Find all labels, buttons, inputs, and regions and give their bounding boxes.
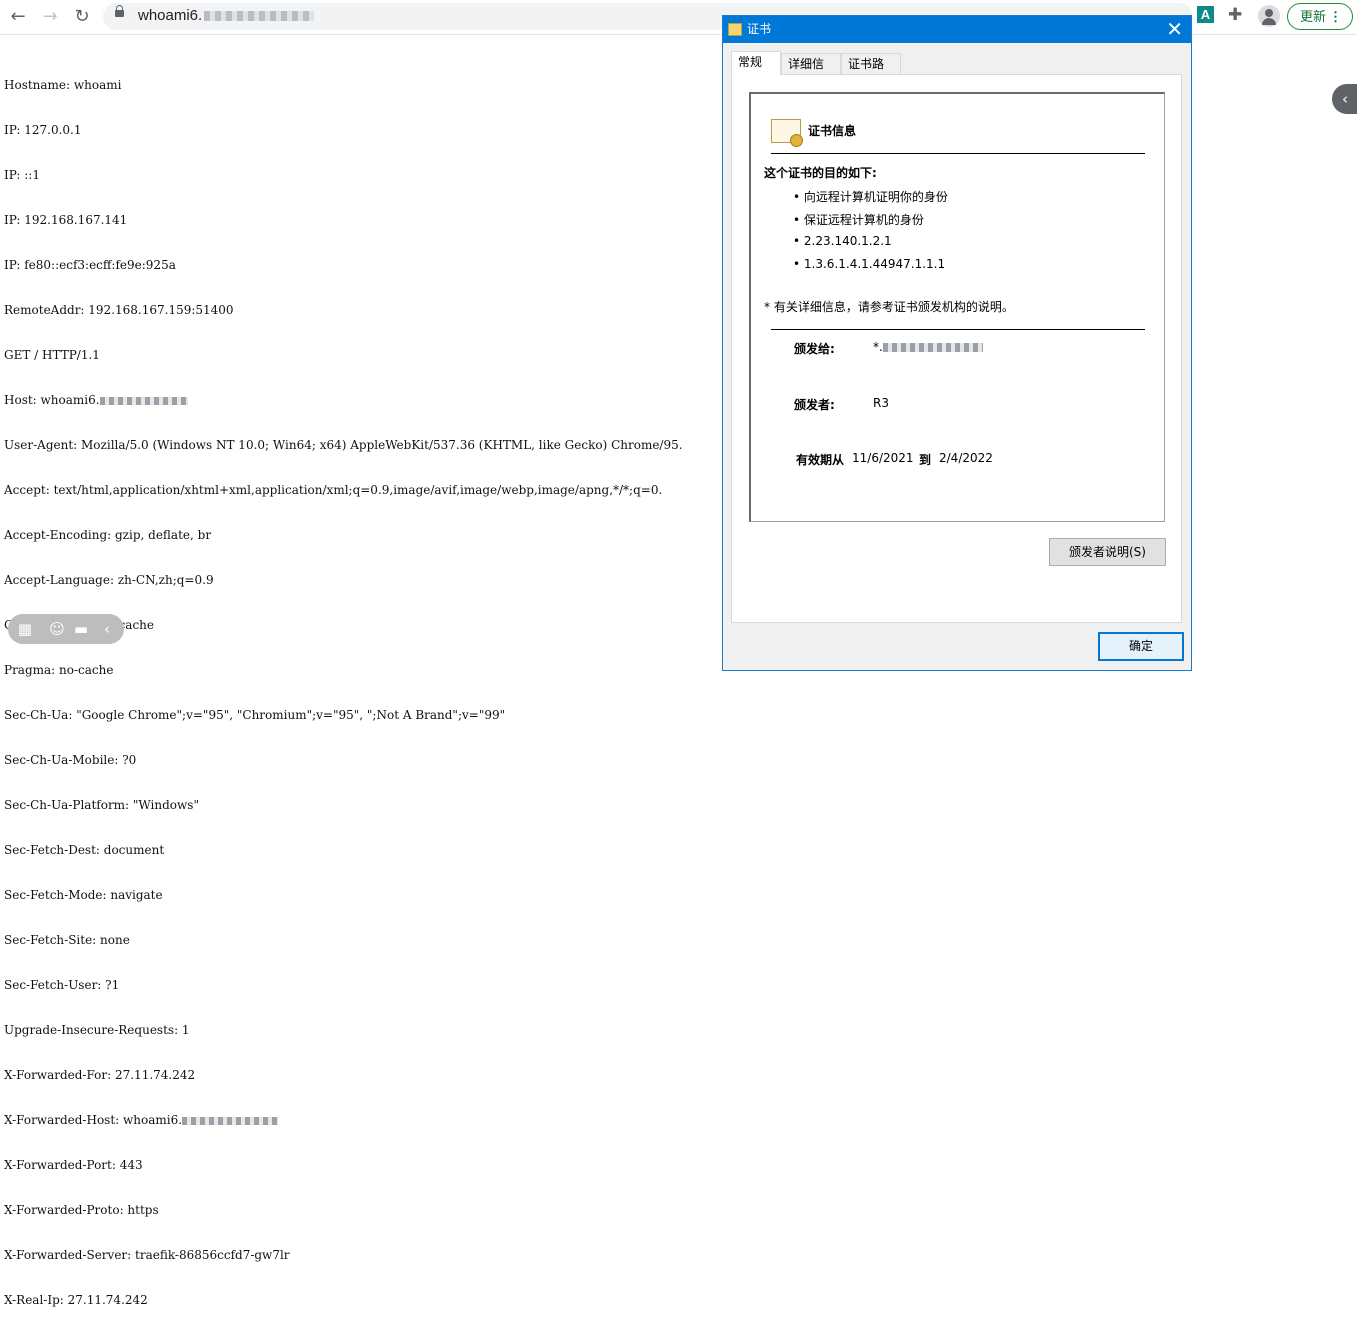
redacted-forwarded-host	[182, 1116, 279, 1125]
line-host: Host: whoami6.	[4, 393, 683, 408]
update-button[interactable]: 更新 ⋮	[1287, 3, 1353, 30]
line-remote-addr: RemoteAddr: 192.168.167.159:51400	[4, 303, 234, 317]
issued-to-label: 颁发给:	[794, 342, 835, 356]
tab-general[interactable]: 常规	[731, 51, 781, 76]
certificate-info-box: 证书信息 这个证书的目的如下: 向远程计算机证明你的身份 保证远程计算机的身份 …	[749, 92, 1165, 522]
issued-by-value: R3	[873, 396, 889, 410]
chat-icon[interactable]: ▬	[72, 620, 90, 638]
redacted-domain	[882, 343, 983, 352]
update-label: 更新	[1300, 9, 1327, 24]
line-x-forwarded-proto: X-Forwarded-Proto: https	[4, 1203, 159, 1217]
back-arrow-icon[interactable]: ←	[5, 4, 31, 30]
line-hostname: Hostname: whoami	[4, 78, 122, 92]
tab-certification-path[interactable]: 证书路径	[841, 53, 901, 91]
line-sec-ch-ua: Sec-Ch-Ua: "Google Chrome";v="95", "Chro…	[4, 708, 506, 722]
line-upgrade-insecure: Upgrade-Insecure-Requests: 1	[4, 1023, 190, 1037]
valid-to: 2/4/2022	[939, 451, 993, 465]
certificate-small-icon	[728, 23, 742, 36]
issuer-statement-button[interactable]: 颁发者说明(S)	[1049, 538, 1166, 566]
purpose-item: 向远程计算机证明你的身份	[793, 188, 948, 211]
apps-grid-icon[interactable]: ▦	[16, 620, 34, 638]
close-icon[interactable]: ✕	[1166, 17, 1183, 41]
line-sec-fetch-user: Sec-Fetch-User: ?1	[4, 978, 120, 992]
line-x-forwarded-for: X-Forwarded-For: 27.11.74.242	[4, 1068, 196, 1082]
certificate-dialog: 证书 ✕ 常规 详细信息 证书路径 证书信息 这个证书的目的如下: 向远程计算机…	[722, 15, 1192, 671]
url-text[interactable]: whoami6.	[138, 7, 315, 24]
request-dump: Hostname: whoami IP: 127.0.0.1 IP: ::1 I…	[4, 48, 683, 1323]
issued-to-value: *.	[873, 340, 983, 354]
reload-icon[interactable]: ↻	[69, 4, 95, 30]
purpose-item: 2.23.140.1.2.1	[793, 234, 948, 257]
line-ip-1: IP: 127.0.0.1	[4, 123, 82, 137]
purpose-list: 向远程计算机证明你的身份 保证远程计算机的身份 2.23.140.1.2.1 1…	[793, 188, 948, 280]
line-x-forwarded-server: X-Forwarded-Server: traefik-86856ccfd7-g…	[4, 1248, 290, 1262]
line-ip-2: IP: ::1	[4, 168, 40, 182]
line-sec-fetch-dest: Sec-Fetch-Dest: document	[4, 843, 165, 857]
floating-toolbar: ▦ ☺ ▬ ‹	[8, 614, 124, 644]
line-sec-fetch-site: Sec-Fetch-Site: none	[4, 933, 130, 947]
valid-from: 11/6/2021	[852, 451, 914, 465]
extension-a-icon[interactable]: A	[1197, 6, 1214, 23]
purpose-title: 这个证书的目的如下:	[764, 166, 877, 180]
redacted-host	[99, 396, 188, 405]
more-menu-icon[interactable]: ⋮	[1329, 4, 1342, 29]
line-accept-language: Accept-Language: zh-CN,zh;q=0.9	[4, 573, 214, 587]
tab-details[interactable]: 详细信息	[781, 53, 841, 91]
line-sec-ch-ua-platform: Sec-Ch-Ua-Platform: "Windows"	[4, 798, 199, 812]
line-x-forwarded-host: X-Forwarded-Host: whoami6.	[4, 1113, 683, 1128]
divider	[771, 329, 1145, 330]
extensions-puzzle-icon[interactable]: ✚	[1228, 5, 1242, 25]
redacted-url	[204, 11, 315, 22]
side-panel-chevron-icon[interactable]: ‹	[1332, 84, 1357, 114]
line-x-real-ip: X-Real-Ip: 27.11.74.242	[4, 1293, 148, 1307]
purpose-item: 保证远程计算机的身份	[793, 211, 948, 234]
emoji-icon[interactable]: ☺	[48, 620, 66, 638]
line-sec-ch-ua-mobile: Sec-Ch-Ua-Mobile: ?0	[4, 753, 137, 767]
collapse-chevron-icon[interactable]: ‹	[98, 620, 116, 638]
divider	[771, 153, 1145, 154]
forward-arrow-icon[interactable]: →	[37, 4, 63, 30]
line-accept: Accept: text/html,application/xhtml+xml,…	[4, 483, 663, 497]
purpose-item: 1.3.6.1.4.1.44947.1.1.1	[793, 257, 948, 280]
dialog-title: 证书	[747, 22, 772, 36]
details-note: * 有关详细信息，请参考证书颁发机构的说明。	[764, 300, 1014, 314]
line-request: GET / HTTP/1.1	[4, 348, 100, 362]
line-ip-4: IP: fe80::ecf3:ecff:fe9e:925a	[4, 258, 176, 272]
general-tab-panel: 证书信息 这个证书的目的如下: 向远程计算机证明你的身份 保证远程计算机的身份 …	[731, 74, 1182, 623]
certificate-icon	[771, 119, 803, 147]
issued-by-label: 颁发者:	[794, 398, 835, 412]
cert-info-heading: 证书信息	[808, 124, 857, 138]
line-sec-fetch-mode: Sec-Fetch-Mode: navigate	[4, 888, 163, 902]
validity-label: 有效期从	[796, 453, 845, 467]
dialog-titlebar[interactable]: 证书 ✕	[723, 16, 1191, 43]
profile-avatar-icon[interactable]	[1258, 5, 1280, 27]
line-accept-encoding: Accept-Encoding: gzip, deflate, br	[4, 528, 212, 542]
line-x-forwarded-port: X-Forwarded-Port: 443	[4, 1158, 143, 1172]
valid-to-label: 到	[919, 453, 932, 467]
ok-button[interactable]: 确定	[1098, 632, 1184, 661]
line-ip-3: IP: 192.168.167.141	[4, 213, 128, 227]
lock-icon[interactable]	[115, 5, 124, 17]
line-user-agent: User-Agent: Mozilla/5.0 (Windows NT 10.0…	[4, 438, 683, 452]
